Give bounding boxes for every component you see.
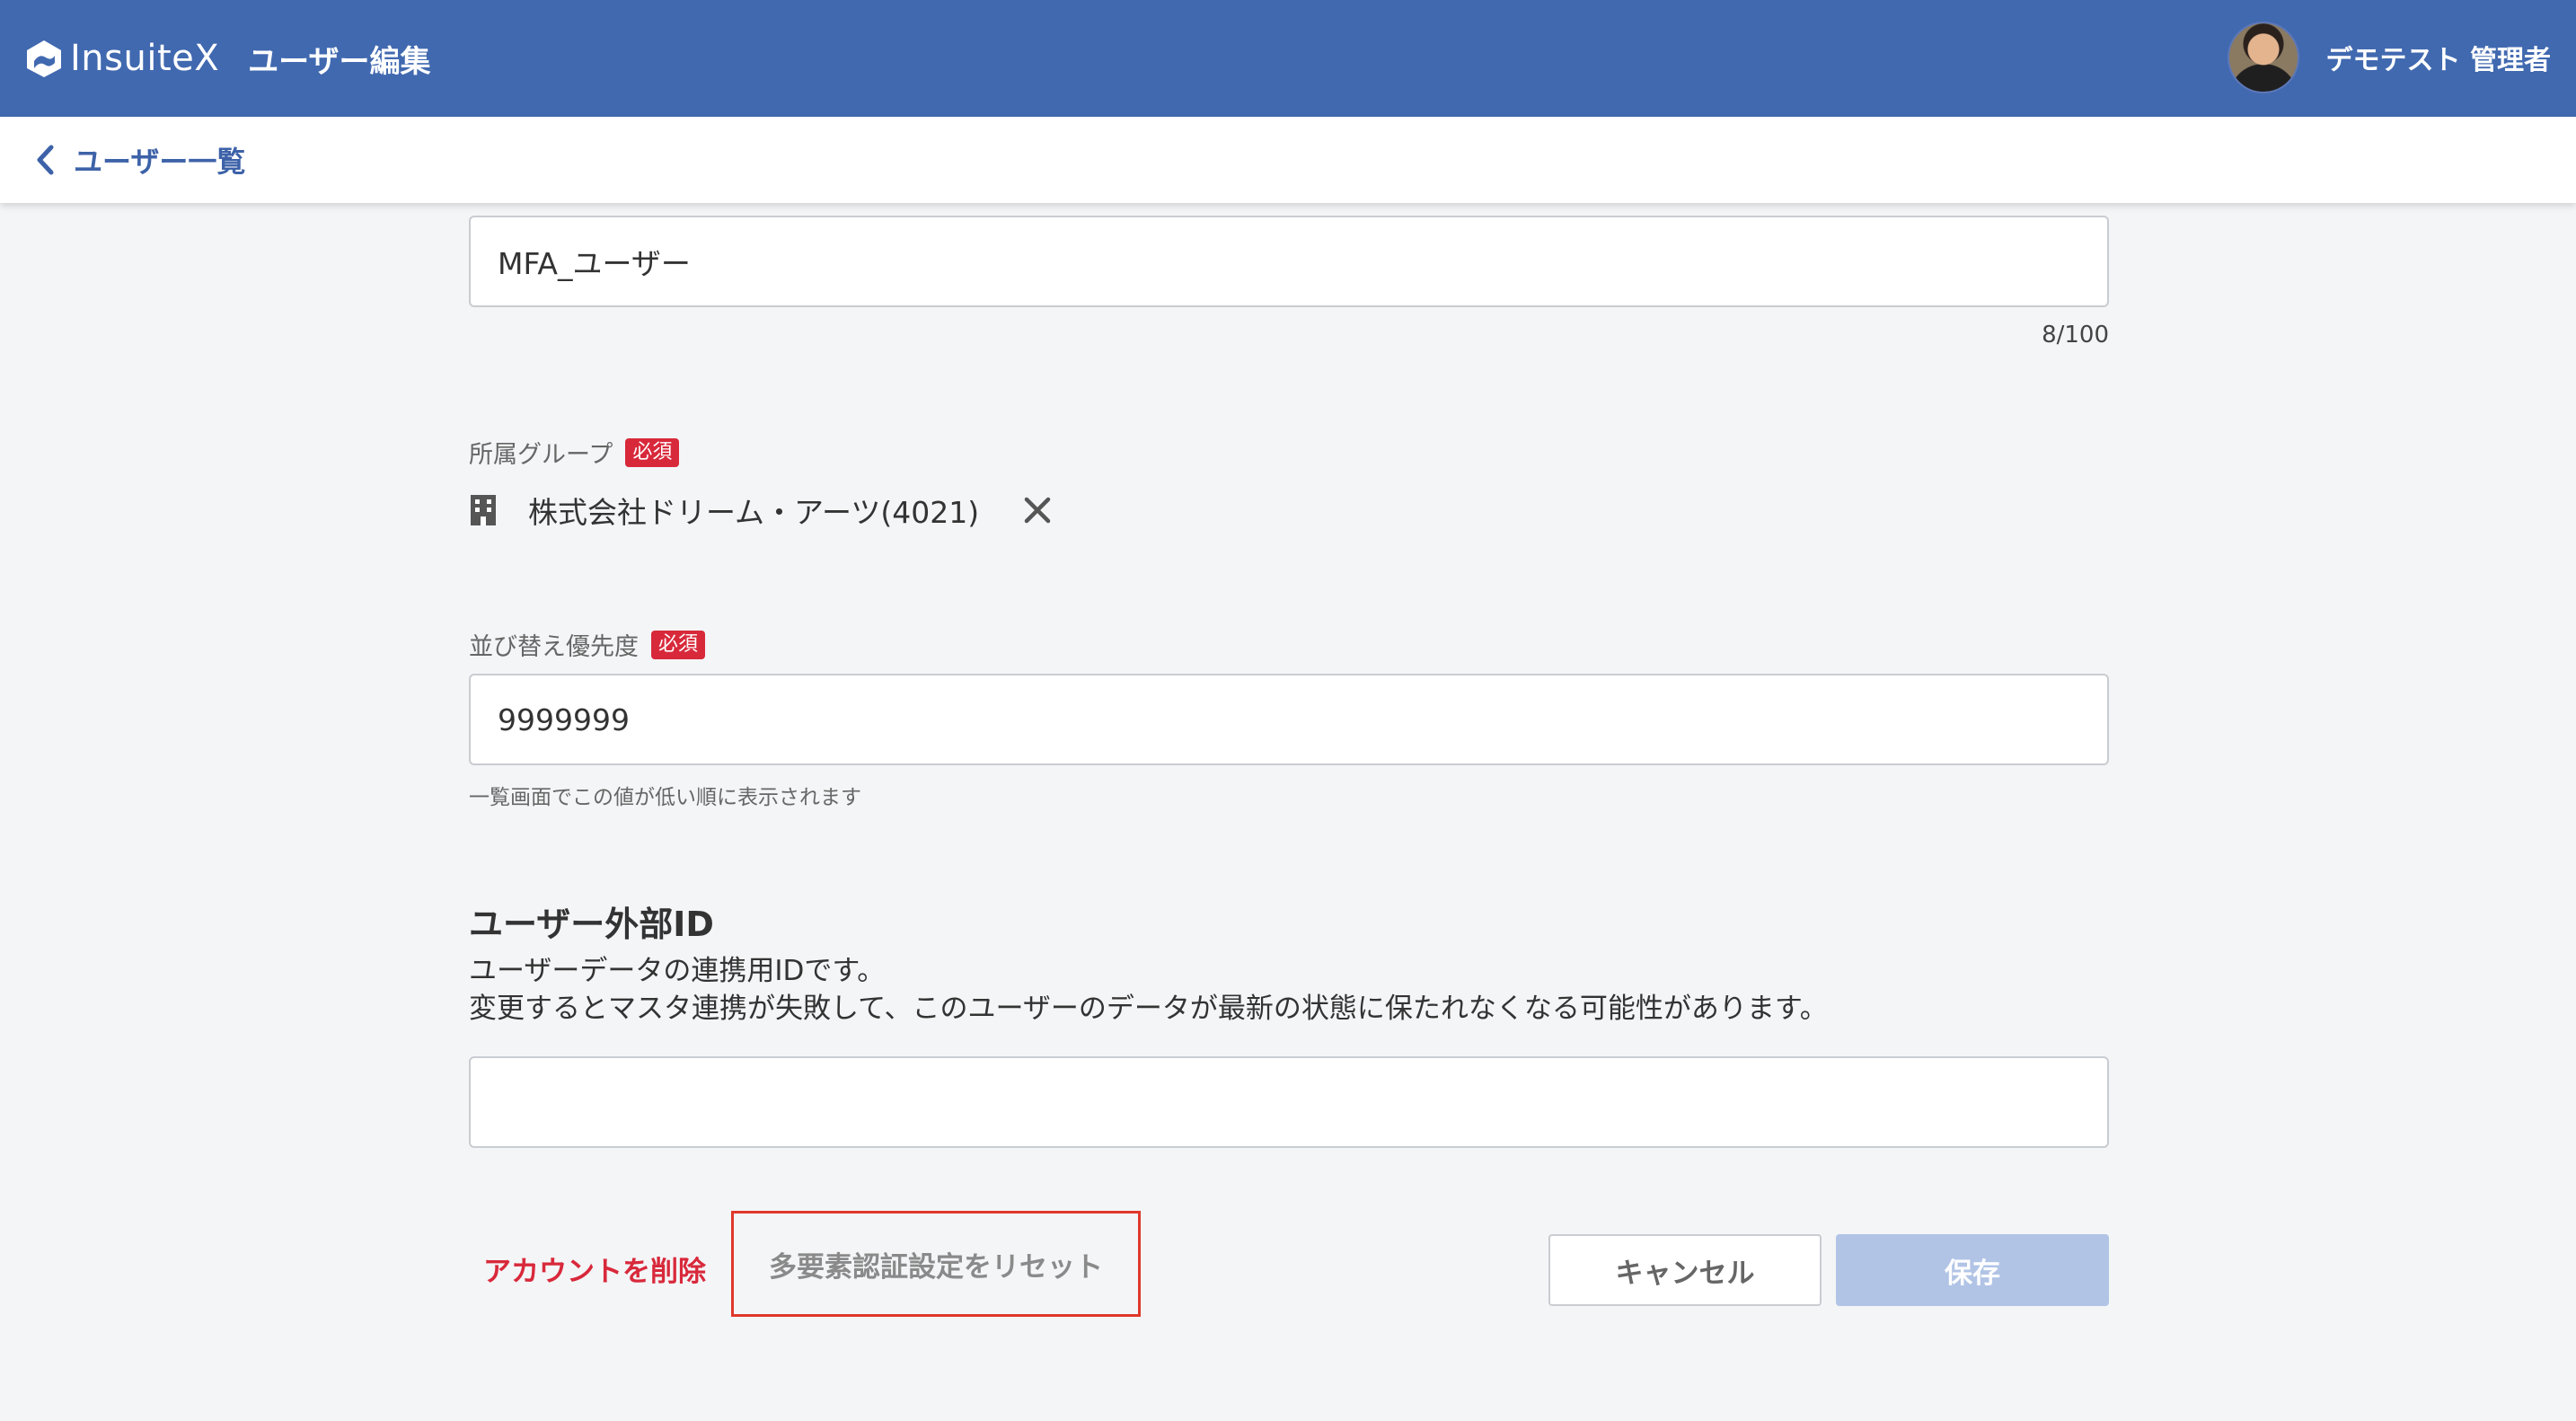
group-label-row: 所属グループ 必須 bbox=[469, 435, 680, 470]
selected-group-chip: 株式会社ドリーム・アーツ(4021) bbox=[469, 489, 1053, 532]
delete-account-link[interactable]: アカウントを削除 bbox=[483, 1249, 706, 1289]
insuitex-logo-icon bbox=[27, 40, 61, 77]
back-to-user-list-link[interactable]: ユーザー一覧 bbox=[34, 139, 245, 181]
external-id-input[interactable] bbox=[469, 1056, 2109, 1148]
required-badge: 必須 bbox=[651, 630, 706, 659]
logo-text: InsuiteX bbox=[70, 38, 220, 79]
sort-priority-hint: 一覧画面でこの値が低い順に表示されます bbox=[469, 786, 861, 809]
external-id-description-1: ユーザーデータの連携用IDです。 bbox=[469, 955, 886, 987]
external-id-description-2: 変更するとマスタ連携が失敗して、このユーザーのデータが最新の状態に保たれなくなる… bbox=[469, 993, 1828, 1025]
user-menu[interactable]: デモテスト 管理者 bbox=[2227, 22, 2551, 93]
app-header: InsuiteX ユーザー編集 デモテスト 管理者 bbox=[0, 0, 2576, 117]
name-char-counter: 8/100 bbox=[2042, 322, 2109, 349]
selected-group-name: 株式会社ドリーム・アーツ(4021) bbox=[528, 495, 980, 530]
sort-priority-label: 並び替え優先度 bbox=[469, 633, 639, 661]
reset-mfa-button[interactable]: 多要素認証設定をリセット bbox=[731, 1211, 1141, 1317]
user-name-input[interactable] bbox=[469, 216, 2109, 307]
back-link-label[interactable]: ユーザー一覧 bbox=[74, 139, 245, 181]
sort-priority-input[interactable] bbox=[469, 674, 2109, 765]
app-logo[interactable]: InsuiteX bbox=[23, 38, 219, 79]
save-button[interactable]: 保存 bbox=[1836, 1234, 2109, 1306]
sort-priority-label-row: 並び替え優先度 必須 bbox=[469, 627, 706, 662]
external-id-title: ユーザー外部ID bbox=[469, 905, 714, 944]
building-icon bbox=[471, 495, 496, 525]
cancel-button[interactable]: キャンセル bbox=[1548, 1234, 1822, 1306]
close-icon[interactable] bbox=[1022, 495, 1053, 525]
breadcrumb-bar: ユーザー一覧 bbox=[0, 117, 2576, 203]
group-label: 所属グループ bbox=[469, 441, 613, 469]
chevron-left-icon bbox=[37, 145, 54, 175]
user-name[interactable]: デモテスト 管理者 bbox=[2326, 38, 2551, 77]
avatar[interactable] bbox=[2227, 22, 2299, 93]
page-title: ユーザー編集 bbox=[248, 43, 431, 80]
required-badge: 必須 bbox=[625, 437, 680, 467]
